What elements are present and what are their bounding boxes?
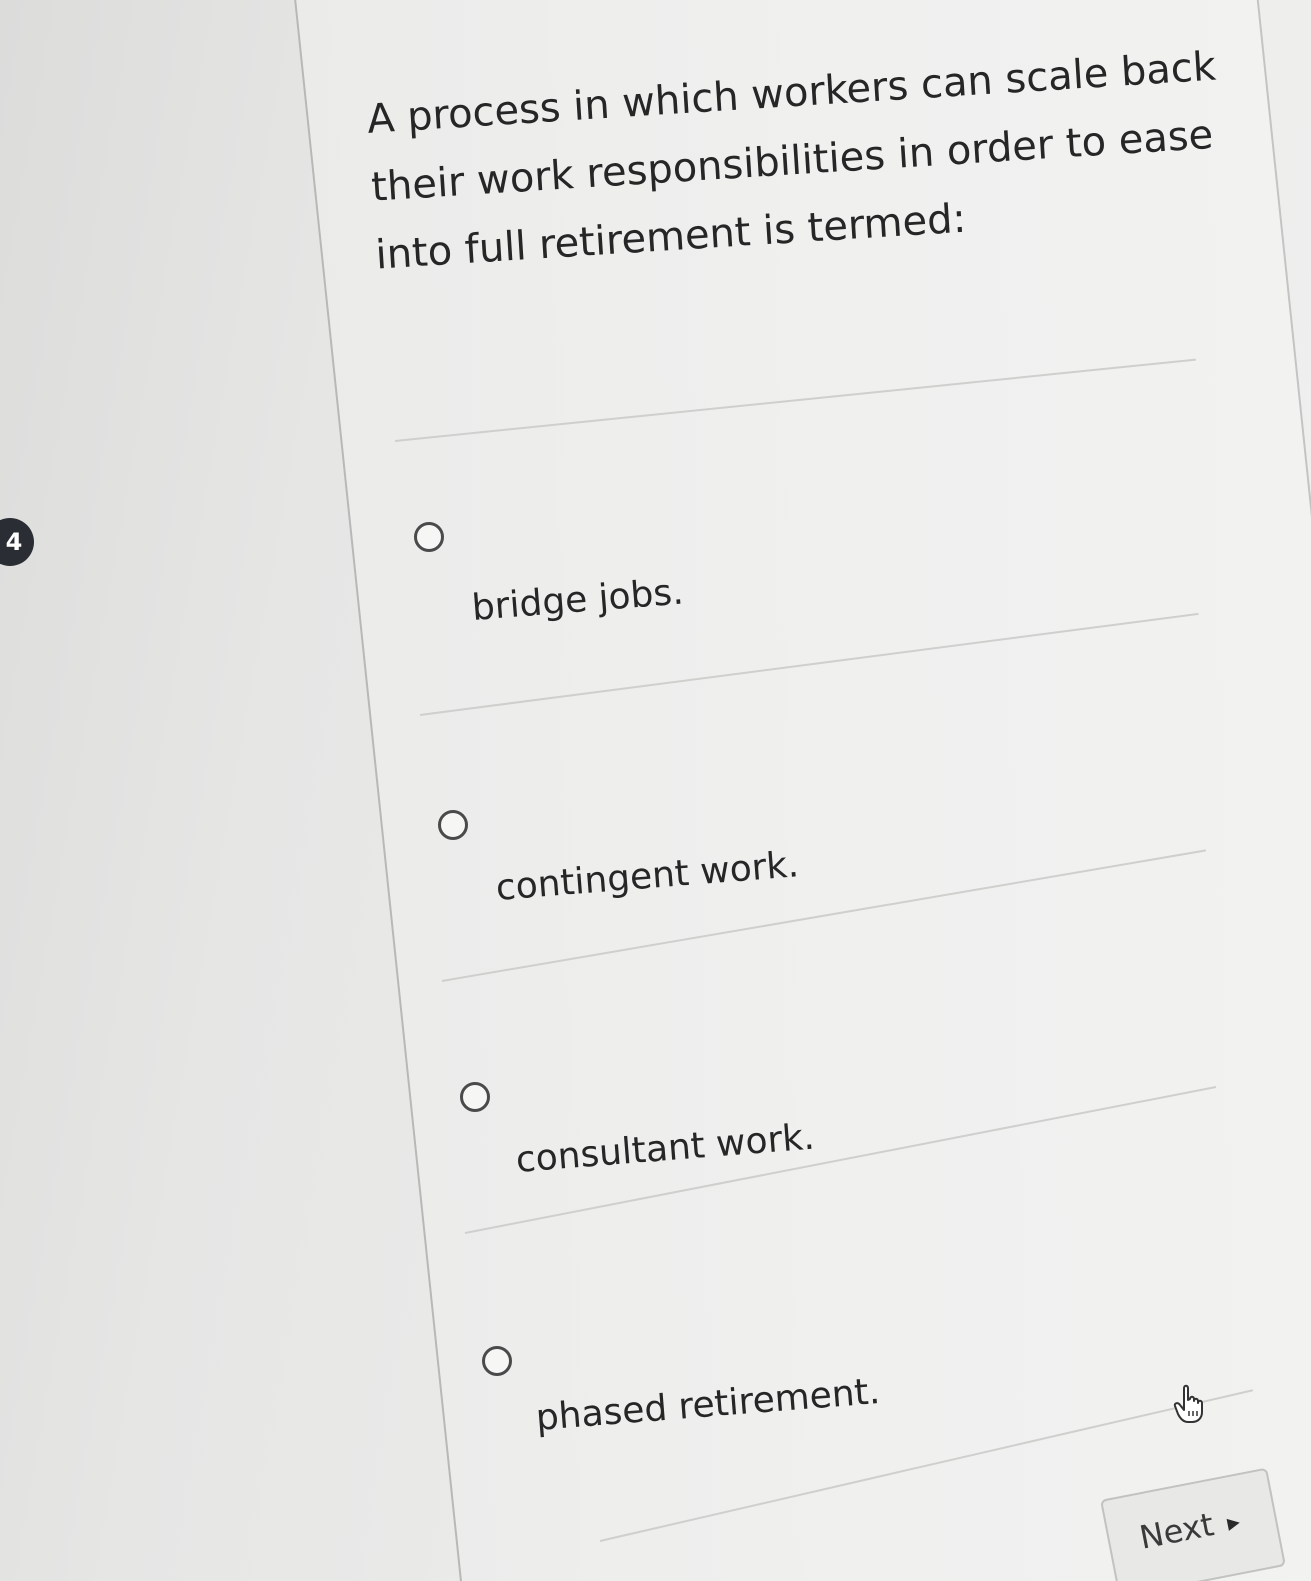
option-radio-2[interactable] [438,810,468,840]
quiz-page: 4 A process in which workers can scale b… [0,0,1311,1581]
question-number-badge: 4 [0,518,34,566]
option-radio-1[interactable] [414,522,444,552]
option-radio-4[interactable] [482,1346,512,1376]
next-button-label: Next [1136,1505,1217,1557]
hand-pointer-icon [1173,1384,1203,1423]
option-radio-3[interactable] [460,1082,490,1112]
triangle-right-icon: ▶ [1225,1511,1242,1533]
